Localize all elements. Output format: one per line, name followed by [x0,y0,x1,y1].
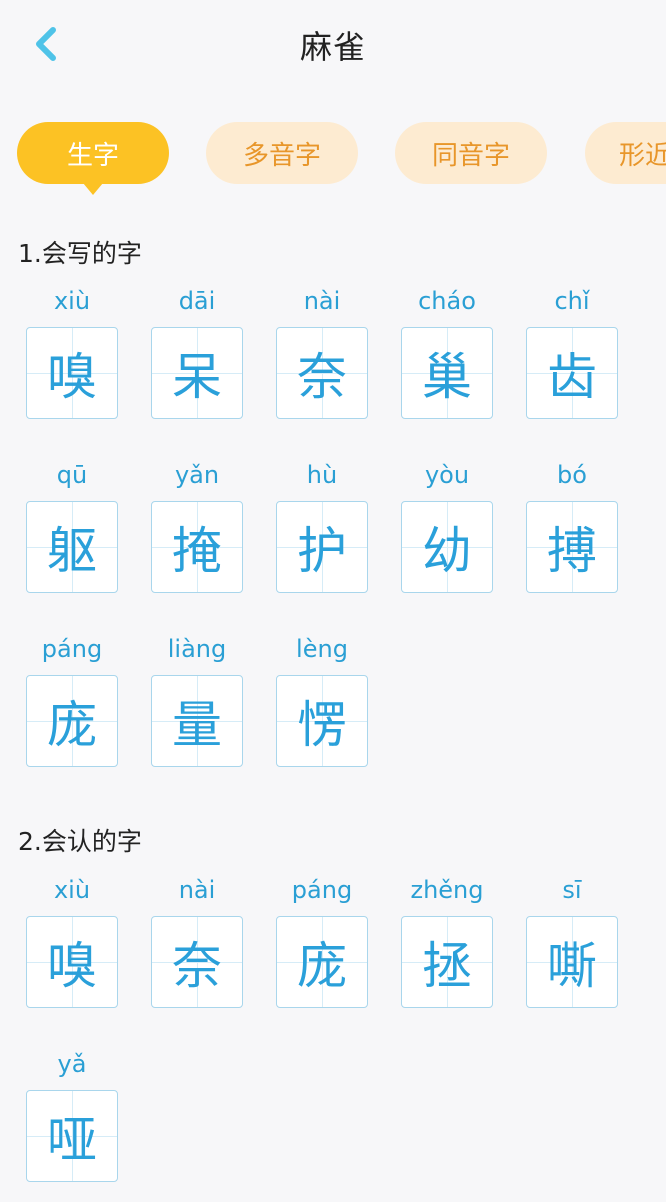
pinyin-label: yòu [424,461,470,489]
pinyin-label: zhěng [410,876,484,904]
hanzi-character: 护 [297,522,347,580]
pinyin-label: xiù [53,876,91,904]
hanzi-character: 巢 [422,348,472,406]
tab-similar-shapes[interactable]: 形近 [585,122,666,184]
pinyin-label: hù [306,461,338,489]
pinyin-label: yǎ [57,1050,87,1078]
writing-grid-box: 嗅 [26,916,118,1008]
pinyin-label: nài [303,287,341,315]
pinyin-label: lèng [296,635,348,663]
hanzi-character: 嗅 [47,348,97,406]
tab-bar: 生字 多音字 同音字 形近 [0,122,666,196]
hanzi-character: 庞 [47,696,97,754]
writing-grid-box: 巢 [401,327,493,419]
writing-grid-box: 愣 [276,675,368,767]
hanzi-character: 愣 [297,696,347,754]
section-title-writable: 1.会写的字 [18,239,142,268]
pinyin-label: chǐ [554,287,590,315]
pinyin-label: páng [41,635,103,663]
writing-grid-box: 庞 [276,916,368,1008]
writing-grid-box: 幼 [401,501,493,593]
pinyin-label: páng [291,876,353,904]
tab-label: 形近 [619,140,666,171]
tab-active-pointer [83,183,103,195]
tab-polyphones[interactable]: 多音字 [206,122,358,184]
writing-grid-box: 拯 [401,916,493,1008]
hanzi-character: 躯 [47,522,97,580]
writing-grid-box: 奈 [276,327,368,419]
hanzi-character: 量 [172,696,222,754]
writing-grid-box: 嘶 [526,916,618,1008]
pinyin-label: sī [562,876,582,904]
hanzi-character: 奈 [172,937,222,995]
section-title-recognizable: 2.会认的字 [18,827,142,856]
writing-grid-box: 齿 [526,327,618,419]
writing-grid-box: 嗅 [26,327,118,419]
tab-label: 同音字 [431,140,510,171]
pinyin-label: liàng [167,635,227,663]
writing-grid-box: 搏 [526,501,618,593]
hanzi-character: 呆 [172,348,222,406]
hanzi-character: 嗅 [47,937,97,995]
hanzi-character: 齿 [547,348,597,406]
hanzi-character: 庞 [297,937,347,995]
writing-grid-box: 量 [151,675,243,767]
pinyin-label: xiù [53,287,91,315]
pinyin-label: cháo [418,287,476,315]
hanzi-character: 哑 [47,1111,97,1169]
hanzi-character: 掩 [172,522,222,580]
writing-grid-box: 庞 [26,675,118,767]
header: 麻雀 [0,0,666,92]
hanzi-character: 搏 [547,522,597,580]
writing-grid-box: 躯 [26,501,118,593]
hanzi-character: 嘶 [547,937,597,995]
writing-grid-box: 护 [276,501,368,593]
writing-grid-box: 呆 [151,327,243,419]
hanzi-character: 奈 [297,348,347,406]
hanzi-character: 拯 [422,937,472,995]
hanzi-character: 幼 [422,522,472,580]
pinyin-label: dāi [178,287,216,315]
tab-label: 多音字 [242,140,321,171]
tab-homophones[interactable]: 同音字 [395,122,547,184]
pinyin-label: nài [178,876,216,904]
tab-label: 生字 [66,140,119,171]
writing-grid-box: 奈 [151,916,243,1008]
pinyin-label: yǎn [174,461,220,489]
writing-grid-box: 掩 [151,501,243,593]
page-title: 麻雀 [299,28,366,66]
tab-new-characters[interactable]: 生字 [17,122,169,195]
writing-grid-box: 哑 [26,1090,118,1182]
pinyin-label: bó [557,461,587,489]
pinyin-label: qū [56,461,88,489]
